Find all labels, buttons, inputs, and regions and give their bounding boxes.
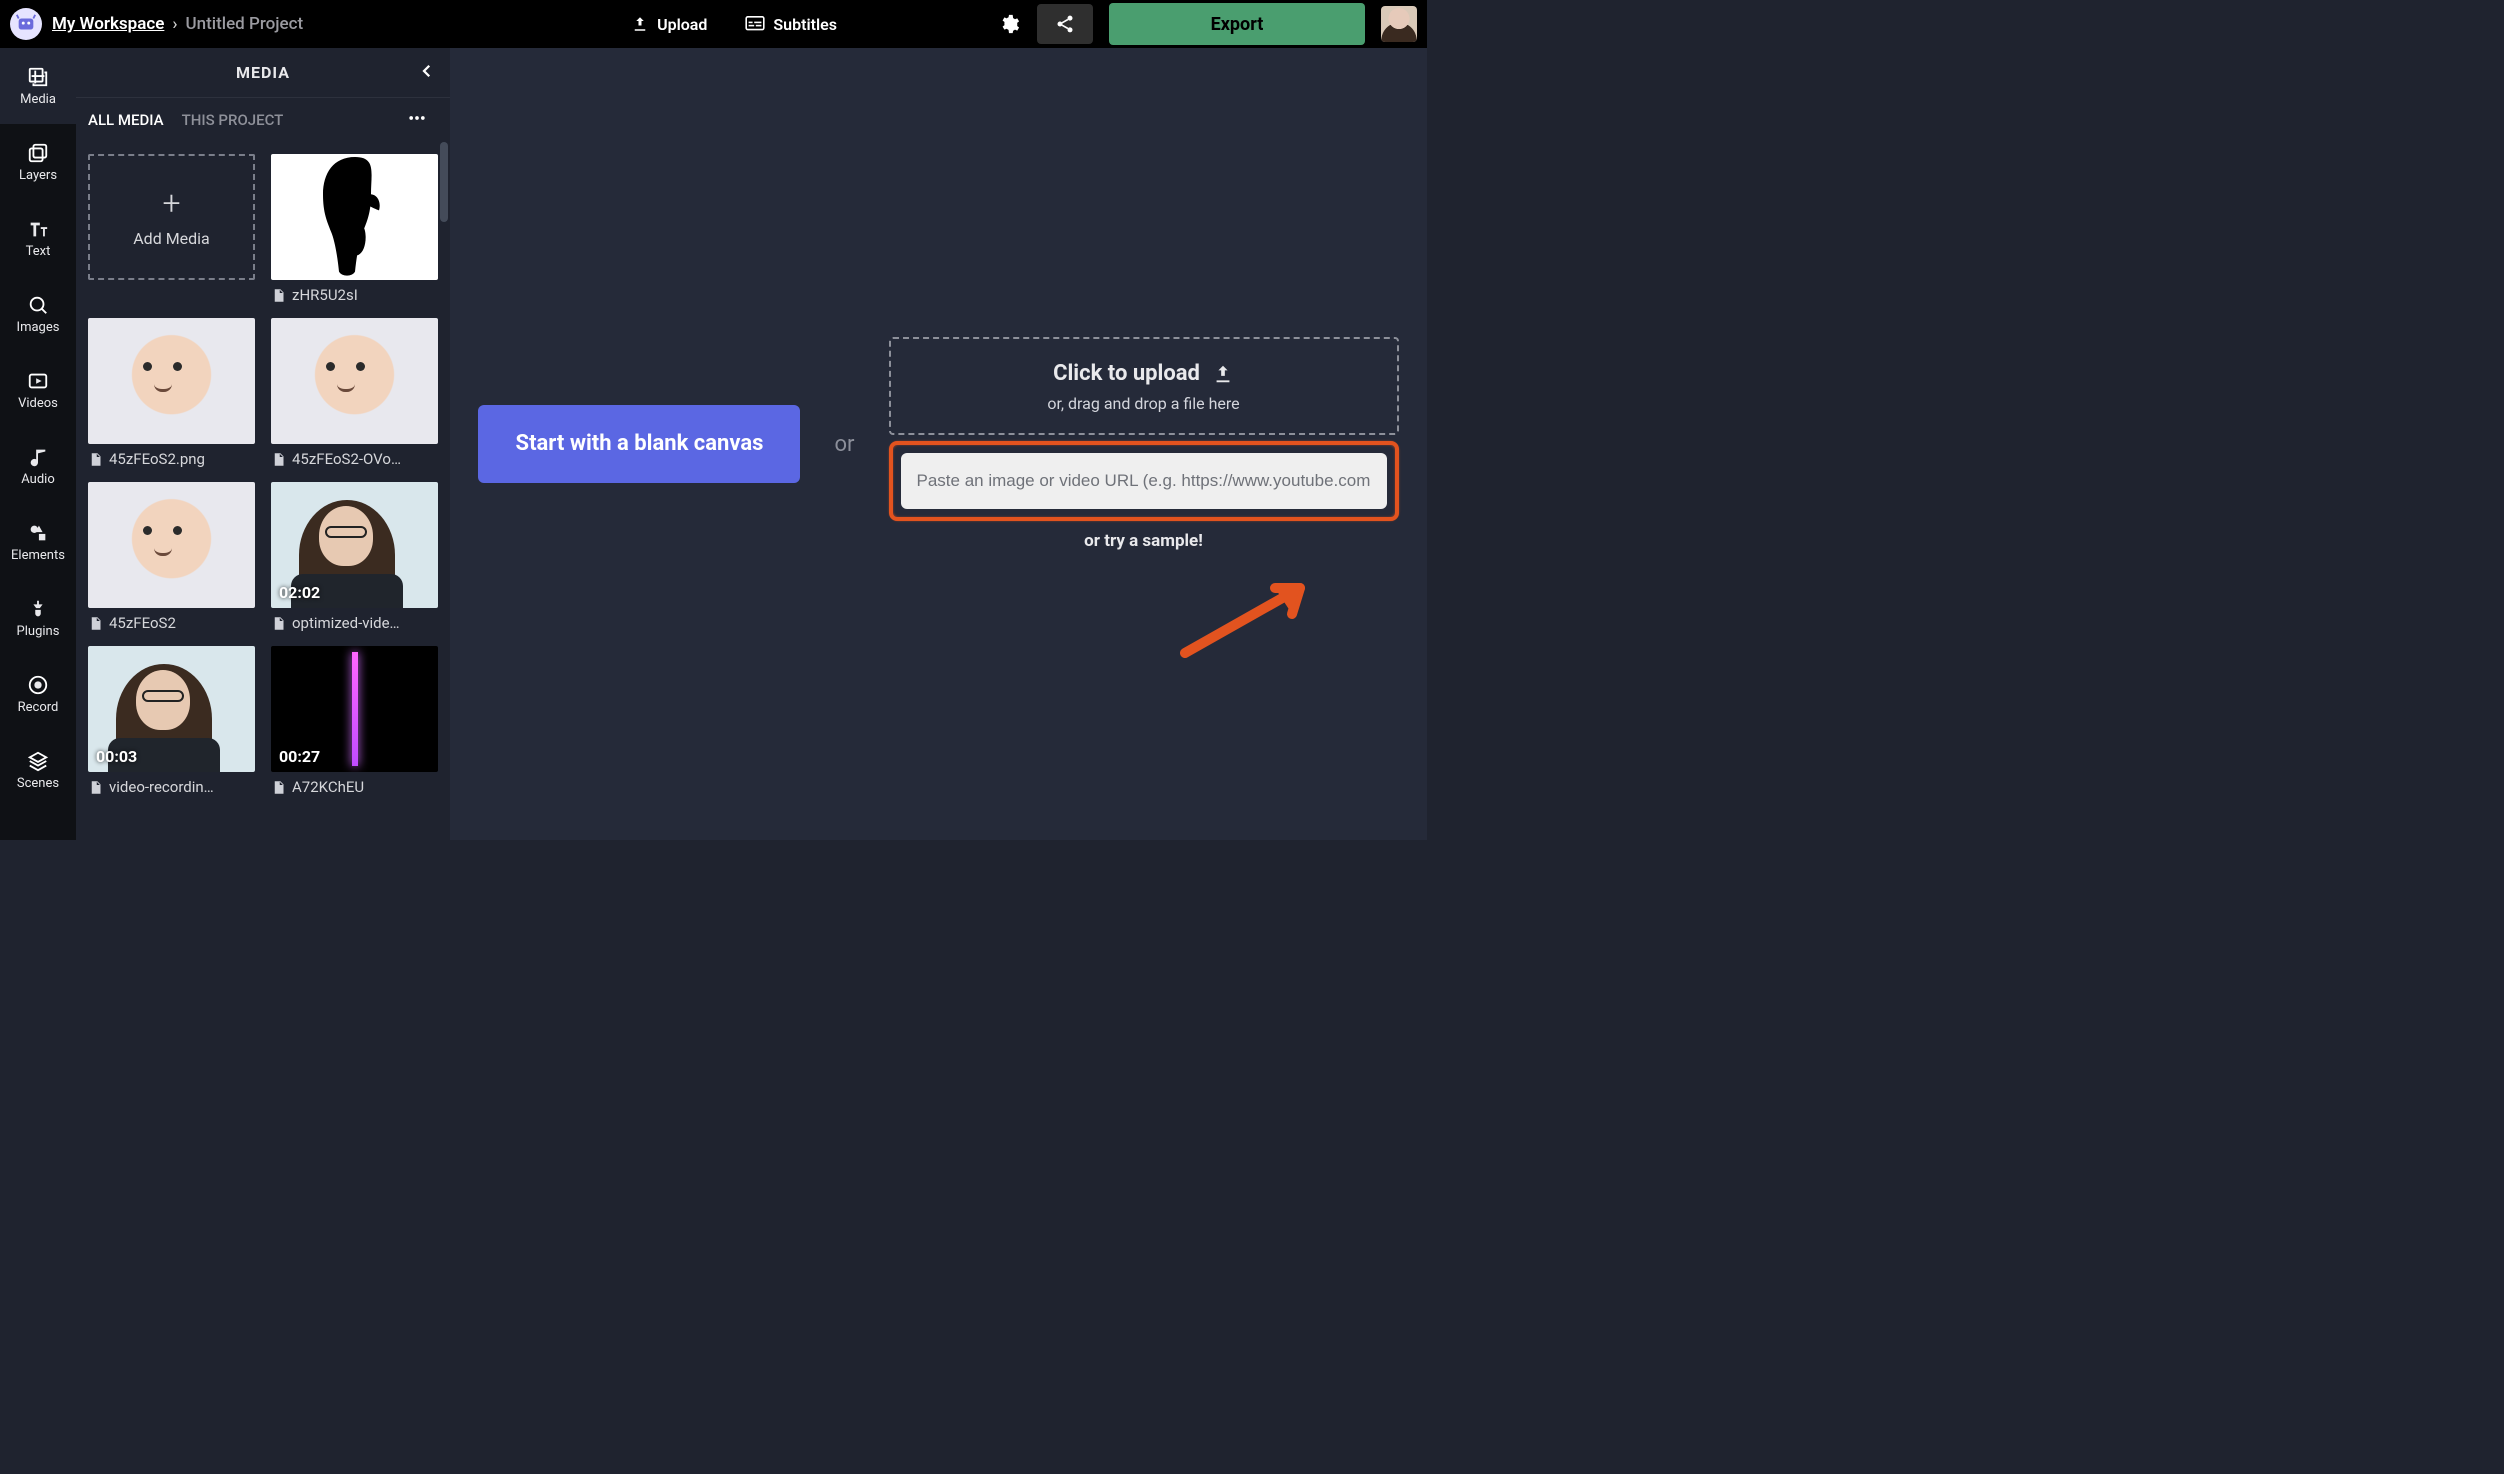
media-name: video-recordin… — [109, 778, 214, 796]
rail-media-label: Media — [20, 92, 56, 107]
canvas-stage: Start with a blank canvas or Click to up… — [450, 48, 1427, 840]
media-name: 45zFEoS2.png — [109, 450, 205, 468]
rail-videos-label: Videos — [18, 396, 58, 411]
media-name: optimized-vide… — [292, 614, 400, 632]
rail-scenes-label: Scenes — [17, 776, 59, 791]
rail-plugins[interactable]: Plugins — [0, 580, 76, 656]
upload-title: Click to upload — [1053, 361, 1200, 386]
media-duration: 00:03 — [96, 747, 137, 766]
media-thumb: 02:02 — [271, 482, 438, 608]
media-item[interactable]: 45zFEoS2-OVo… — [271, 318, 438, 468]
left-rail: Media Layers Text Images Videos Audio El… — [0, 48, 76, 840]
rail-layers[interactable]: Layers — [0, 124, 76, 200]
user-avatar[interactable] — [1381, 6, 1417, 42]
media-name: zHR5U2sI — [292, 286, 358, 304]
workspace-link[interactable]: My Workspace — [52, 14, 164, 34]
tab-all-media[interactable]: ALL MEDIA — [88, 111, 164, 129]
media-scroll[interactable]: + Add Media zHR5U2sI 45zFEoS2.png — [76, 142, 450, 840]
upload-label: Upload — [657, 15, 707, 34]
media-panel: MEDIA ALL MEDIA THIS PROJECT + Add Media — [76, 48, 450, 840]
rail-record-label: Record — [18, 700, 59, 715]
media-item[interactable]: 02:02 optimized-vide… — [271, 482, 438, 632]
rail-media[interactable]: Media — [0, 48, 76, 124]
media-thumb — [88, 318, 255, 444]
upload-icon — [1212, 363, 1234, 385]
url-input[interactable] — [901, 453, 1387, 509]
annotation-arrow-icon — [1180, 568, 1330, 658]
media-item[interactable]: 00:03 video-recordin… — [88, 646, 255, 796]
rail-text[interactable]: Text — [0, 200, 76, 276]
media-item[interactable]: zHR5U2sI — [271, 154, 438, 304]
media-thumb — [271, 318, 438, 444]
rail-images[interactable]: Images — [0, 276, 76, 352]
media-duration: 00:27 — [279, 747, 320, 766]
settings-button[interactable] — [991, 6, 1027, 42]
panel-more-button[interactable] — [404, 108, 430, 132]
rail-text-label: Text — [26, 244, 51, 259]
media-item[interactable]: 00:27 A72KChEU — [271, 646, 438, 796]
blank-canvas-button[interactable]: Start with a blank canvas — [478, 405, 800, 483]
share-button[interactable] — [1037, 4, 1093, 44]
rail-elements-label: Elements — [11, 548, 65, 563]
rail-elements[interactable]: Elements — [0, 504, 76, 580]
add-media-label: Add Media — [133, 229, 210, 248]
app-body: Media Layers Text Images Videos Audio El… — [0, 48, 1427, 840]
app-logo[interactable] — [10, 8, 42, 40]
media-name: 45zFEoS2 — [109, 614, 176, 632]
upload-dropzone[interactable]: Click to upload or, drag and drop a file… — [889, 337, 1399, 435]
export-label: Export — [1211, 14, 1264, 35]
media-thumb — [88, 482, 255, 608]
topbar: My Workspace › Untitled Project Upload S… — [0, 0, 1427, 48]
rail-videos[interactable]: Videos — [0, 352, 76, 428]
rail-audio-label: Audio — [21, 472, 54, 487]
panel-title: MEDIA — [236, 63, 290, 82]
subtitles-button[interactable]: Subtitles — [731, 9, 851, 40]
try-sample-link[interactable]: or try a sample! — [889, 531, 1399, 551]
media-duration: 02:02 — [279, 583, 320, 602]
media-thumb — [271, 154, 438, 280]
rail-plugins-label: Plugins — [17, 624, 60, 639]
scrollbar-thumb[interactable] — [440, 142, 448, 222]
media-item[interactable]: 45zFEoS2.png — [88, 318, 255, 468]
rail-layers-label: Layers — [19, 168, 57, 183]
rail-record[interactable]: Record — [0, 656, 76, 732]
subtitles-label: Subtitles — [773, 15, 837, 34]
export-button[interactable]: Export — [1109, 3, 1365, 45]
media-thumb: 00:27 — [271, 646, 438, 772]
rail-images-label: Images — [17, 320, 60, 335]
rail-audio[interactable]: Audio — [0, 428, 76, 504]
media-thumb: 00:03 — [88, 646, 255, 772]
media-name: A72KChEU — [292, 778, 364, 796]
upload-subtitle: or, drag and drop a file here — [921, 394, 1367, 413]
upload-button[interactable]: Upload — [617, 9, 721, 40]
url-input-highlight — [889, 441, 1399, 521]
add-media-card[interactable]: + Add Media — [88, 154, 255, 304]
or-separator: or — [834, 432, 854, 457]
plus-icon: + — [162, 187, 180, 219]
media-item[interactable]: 45zFEoS2 — [88, 482, 255, 632]
breadcrumb-separator: › — [172, 14, 177, 34]
panel-collapse-button[interactable] — [418, 62, 436, 84]
tab-this-project[interactable]: THIS PROJECT — [182, 111, 284, 129]
rail-scenes[interactable]: Scenes — [0, 732, 76, 808]
breadcrumb: My Workspace › Untitled Project — [52, 14, 303, 34]
project-name[interactable]: Untitled Project — [186, 14, 304, 34]
media-name: 45zFEoS2-OVo… — [292, 450, 401, 468]
